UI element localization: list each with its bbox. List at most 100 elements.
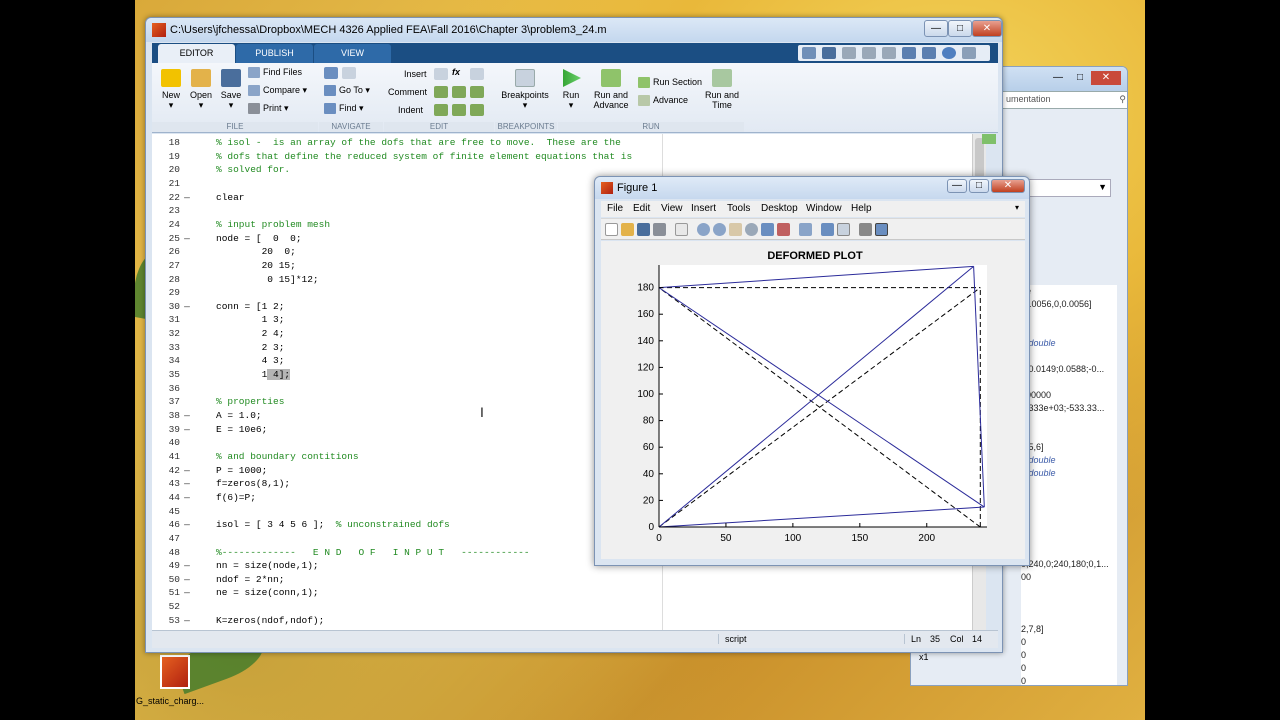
insert-colorbar-icon[interactable] [821,223,834,236]
undo-icon[interactable] [902,47,916,59]
code-text[interactable]: isol = [ 3 4 5 6 ]; % unconstrained dofs [194,518,450,532]
breakpoint-marker[interactable]: — [180,300,194,314]
search-icon[interactable]: ⚲ [1119,94,1126,105]
wrap-comments-icon[interactable] [470,86,484,98]
editor-titlebar[interactable]: C:\Users\jfchessa\Dropbox\MECH 4326 Appl… [146,18,1002,42]
breakpoint-marker[interactable]: — [180,614,194,628]
link-plot-icon[interactable] [799,223,812,236]
code-text[interactable]: % and boundary contitions [194,450,359,464]
layout-icon[interactable] [802,47,816,59]
cut-icon[interactable] [842,47,856,59]
menu-insert[interactable]: Insert [691,203,716,214]
code-text[interactable]: 1 4]; [194,368,291,382]
run-section-button[interactable]: Run Section [638,77,702,89]
workspace-value[interactable]: 0 [1021,662,1117,675]
workspace-value[interactable]: 0 [1021,675,1117,685]
code-text[interactable]: conn = [1 2; [194,300,284,314]
breakpoint-marker[interactable]: — [180,573,194,587]
paste-icon[interactable] [882,47,896,59]
menu-edit[interactable]: Edit [633,203,650,214]
desktop-icon-label[interactable]: G_static_charg... [136,696,204,706]
workspace-value[interactable]: 8 double [1021,467,1117,480]
minimize-button[interactable]: — [1047,71,1069,85]
breakpoint-marker[interactable]: — [180,477,194,491]
comment-percent-icon[interactable] [434,86,448,98]
maximize-button[interactable]: □ [1069,71,1091,85]
code-text[interactable]: 1 3; [194,313,285,327]
figure-window[interactable]: Figure 1 — □ ✕ File Edit View Insert Too… [594,176,1030,566]
workspace-value[interactable]: 2,7,8] [1021,623,1117,636]
print-figure-icon[interactable] [653,223,666,236]
compare-button[interactable]: Compare ▾ [248,85,307,97]
run-button[interactable]: Run ▾ [558,69,584,111]
open-button[interactable]: Open ▾ [188,69,214,111]
advance-button[interactable]: Advance [638,95,688,107]
deformed-plot-chart[interactable]: 0 50 100 150 200 0 20 40 60 80 100 120 140 160 180 DEFO… [601,241,1025,559]
code-text[interactable]: clear [194,191,245,205]
minimize-button[interactable]: — [947,179,967,193]
workspace-value[interactable] [1021,519,1117,532]
insert-function-icon[interactable] [470,68,484,80]
new-figure-icon[interactable] [605,223,618,236]
code-analyzer-indicator[interactable] [982,134,996,144]
workspace-value[interactable]: 0 [1021,649,1117,662]
rotate-3d-icon[interactable] [745,223,758,236]
code-text[interactable]: ne = size(conn,1); [194,586,319,600]
insert-button[interactable]: Insert [404,69,427,79]
smart-indent-icon[interactable] [434,104,448,116]
breakpoint-marker[interactable]: — [180,423,194,437]
workspace-value[interactable] [1021,324,1117,337]
decrease-indent-icon[interactable] [452,104,466,116]
workspace-var-x1[interactable]: x1 [919,652,929,662]
workspace-value[interactable] [1021,350,1117,363]
indent-button[interactable]: Indent [398,105,423,115]
workspace-value[interactable]: 8 double [1021,337,1117,350]
pan-hand-icon[interactable] [729,223,742,236]
workspace-value[interactable] [1021,597,1117,610]
workspace-value[interactable] [1021,506,1117,519]
quick-access-toolbar[interactable] [798,45,990,61]
breakpoint-marker[interactable]: — [180,191,194,205]
menu-view[interactable]: View [661,203,683,214]
breakpoint-marker[interactable]: — [180,491,194,505]
save-icon[interactable] [822,47,836,59]
breakpoint-marker[interactable]: — [180,586,194,600]
code-line[interactable]: 53— K=zeros(ndof,ndof); [152,614,972,628]
code-text[interactable]: ndof = 2*nn; [194,573,284,587]
code-text[interactable]: node = [ 0 0; [194,232,302,246]
code-text[interactable]: 4 3; [194,354,285,368]
code-text[interactable]: %------------- E N D O F I N P U T -----… [194,546,530,560]
edit-plot-arrow-icon[interactable] [675,223,688,236]
workspace-panel[interactable]: ue-0.0056,0,0.0056] 8 double 0;0.0149;0.05… [1021,285,1117,685]
code-line[interactable]: 52 [152,600,972,614]
workspace-value[interactable] [1021,532,1117,545]
minimize-button[interactable]: — [924,20,948,37]
maximize-button[interactable]: □ [948,20,972,37]
tab-editor[interactable]: EDITOR [158,44,235,63]
workspace-value[interactable] [1021,610,1117,623]
workspace-value[interactable] [1021,493,1117,506]
search-documentation-input[interactable]: umentation ⚲ [1001,91,1127,109]
insert-legend-icon[interactable] [837,223,850,236]
workspace-value[interactable] [1021,584,1117,597]
workspace-value[interactable]: 0 [1021,636,1117,649]
breakpoint-marker[interactable]: — [180,518,194,532]
close-button[interactable]: ✕ [991,179,1025,193]
workspace-value[interactable] [1021,428,1117,441]
code-line[interactable]: 19 % dofs that define the reduced system … [152,150,972,164]
hide-plot-tools-icon[interactable] [859,223,872,236]
figure-canvas[interactable]: 0 50 100 150 200 0 20 40 60 80 100 120 140 160 180 DEFO… [601,241,1025,559]
redo-icon[interactable] [922,47,936,59]
code-text[interactable]: % properties [194,395,284,409]
breakpoint-marker[interactable]: — [180,232,194,246]
back-arrow-icon[interactable] [324,67,338,79]
insert-icon[interactable] [434,68,448,80]
workspace-value[interactable]: 4,5,6] [1021,441,1117,454]
code-text[interactable]: % solved for. [194,163,290,177]
copy-icon[interactable] [862,47,876,59]
workspace-value[interactable] [1021,415,1117,428]
code-text[interactable]: % input problem mesh [194,218,330,232]
code-line[interactable]: 20 % solved for. [152,163,972,177]
brush-icon[interactable] [777,223,790,236]
save-button[interactable]: Save ▾ [218,69,244,111]
